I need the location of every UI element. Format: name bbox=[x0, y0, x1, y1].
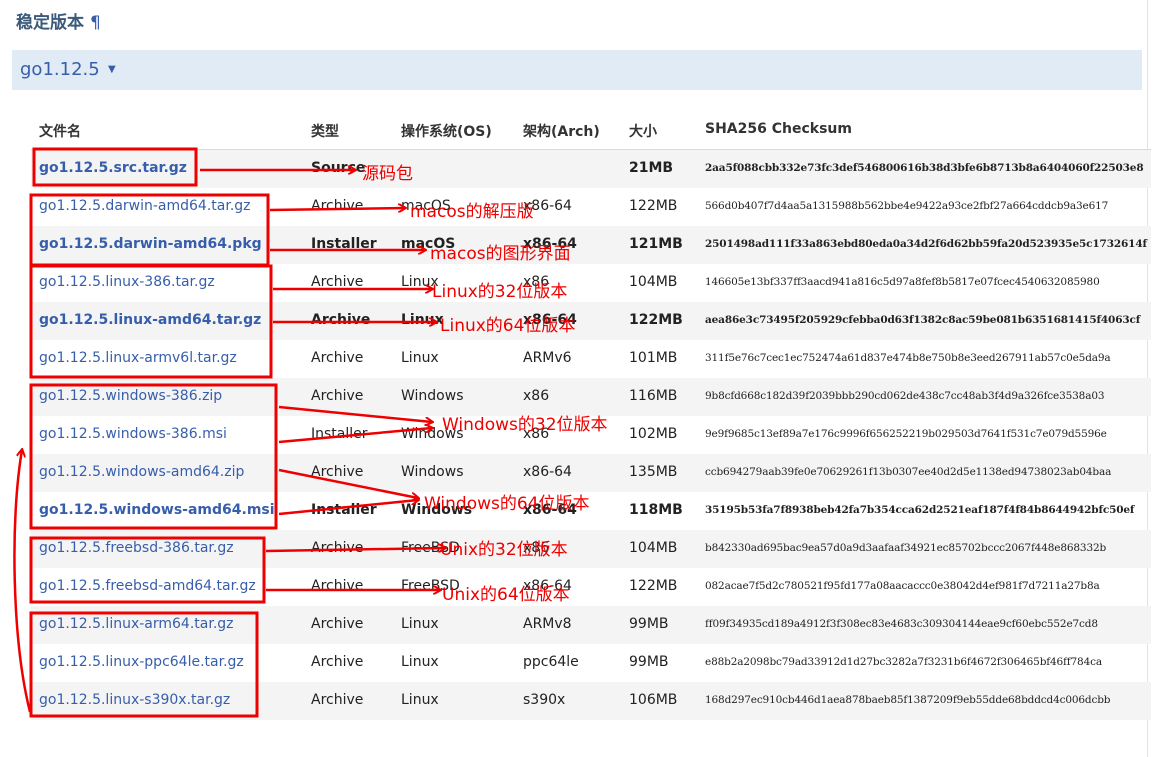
curved-arrow bbox=[13, 450, 32, 713]
annotation-note: Unix的32位版本 bbox=[440, 540, 568, 560]
highlight-box-source bbox=[32, 147, 198, 187]
annotation-note: Windows的64位版本 bbox=[424, 494, 590, 514]
annotation-note: macos的解压版 bbox=[410, 202, 534, 222]
highlight-box-macos bbox=[29, 193, 270, 267]
annotation-note: Linux的64位版本 bbox=[440, 316, 576, 336]
arrow bbox=[278, 428, 432, 444]
annotation-note: Linux的32位版本 bbox=[432, 282, 568, 302]
annotation-overlay bbox=[13, 147, 1160, 718]
arrow bbox=[278, 468, 418, 498]
arrow bbox=[278, 500, 418, 516]
annotation-note: 源码包 bbox=[362, 164, 413, 184]
highlight-box-linux bbox=[29, 264, 273, 379]
annotation-note: Unix的64位版本 bbox=[442, 585, 570, 605]
annotation-note: Windows的32位版本 bbox=[442, 415, 608, 435]
arrow bbox=[278, 405, 432, 422]
annotation-note: macos的图形界面 bbox=[430, 244, 571, 264]
highlight-box-windows bbox=[29, 383, 278, 530]
arrow bbox=[265, 548, 445, 551]
highlight-box-linux-other bbox=[29, 611, 259, 718]
arrow bbox=[269, 208, 405, 210]
highlight-box-freebsd bbox=[29, 536, 266, 604]
